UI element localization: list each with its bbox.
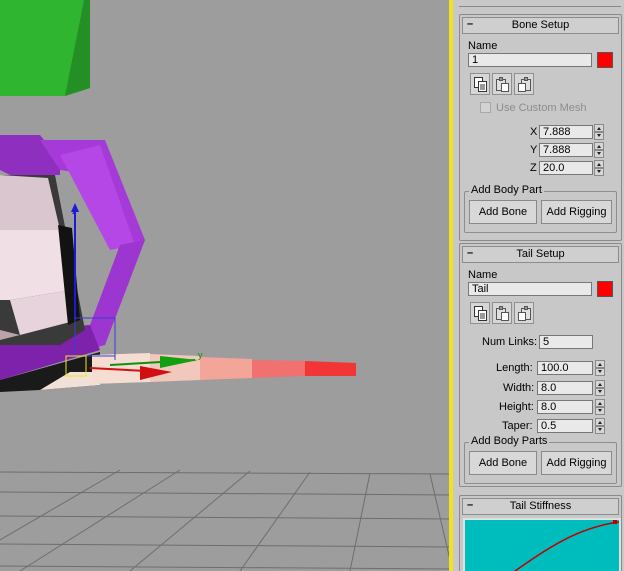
add-body-part-label: Add Body Part [469, 184, 544, 196]
paste-mirror-icon [518, 306, 531, 321]
viewport-scene: z y [0, 0, 452, 571]
paste-mirrored-button[interactable] [514, 302, 534, 324]
copy-params-button[interactable] [470, 73, 490, 95]
add-rigging-button[interactable]: Add Rigging [541, 451, 612, 475]
command-panel: – Bone Setup Name 1 Use Custom Mesh X 7.… [453, 0, 624, 571]
add-body-parts-group: Add Body Parts Add Bone Add Rigging [464, 435, 617, 484]
y-label: Y [530, 144, 538, 156]
collapse-icon[interactable]: – [467, 17, 473, 32]
add-bone-button[interactable]: Add Bone [469, 200, 537, 224]
paste-icon [496, 306, 509, 321]
bone-color-swatch[interactable] [597, 52, 613, 68]
add-body-parts-label: Add Body Parts [469, 435, 550, 447]
name-label: Name [468, 40, 498, 52]
axis-label-z: z [72, 206, 77, 216]
panel-top-divider [459, 6, 621, 7]
taper-label: Taper: [502, 420, 533, 432]
use-custom-mesh-checkbox[interactable] [480, 102, 491, 113]
width-spinner[interactable] [595, 380, 605, 396]
copy-icon [474, 77, 487, 92]
collapse-icon[interactable]: – [467, 246, 473, 261]
height-spinner[interactable] [595, 399, 605, 415]
width-field[interactable]: 8.0 [537, 381, 593, 395]
rollout-title-text: Tail Stiffness [509, 500, 572, 512]
bone-name-field[interactable]: 1 [468, 53, 592, 67]
tail-links[interactable] [92, 353, 356, 384]
tail-color-swatch[interactable] [597, 281, 613, 297]
height-label: Height: [499, 401, 534, 413]
rollout-tail-setup-header[interactable]: – Tail Setup [462, 246, 619, 263]
purple-ring-object[interactable] [0, 135, 145, 392]
paste-icon [496, 77, 509, 92]
copy-icon [474, 306, 487, 321]
paste-params-button[interactable] [492, 302, 512, 324]
num-links-label: Num Links: [482, 336, 538, 348]
tail-name-field[interactable]: Tail [468, 282, 592, 296]
add-body-part-group: Add Body Part Add Bone Add Rigging [464, 184, 617, 233]
add-bone-button[interactable]: Add Bone [469, 451, 537, 475]
copy-params-button[interactable] [470, 302, 490, 324]
num-links-field[interactable]: 5 [539, 335, 593, 349]
add-rigging-button[interactable]: Add Rigging [541, 200, 612, 224]
viewport-perspective[interactable]: z y [0, 0, 452, 571]
taper-spinner[interactable] [595, 418, 605, 434]
rollout-bone-setup: – Bone Setup Name 1 Use Custom Mesh X 7.… [459, 14, 622, 241]
width-label: Width: [503, 382, 535, 394]
rollout-tail-setup: – Tail Setup Name Tail Num Links: 5 Leng… [459, 243, 622, 487]
stiffness-curve [513, 520, 620, 571]
rollout-bone-setup-header[interactable]: – Bone Setup [462, 17, 619, 34]
y-size-spinner[interactable] [594, 142, 604, 158]
name-label: Name [468, 269, 498, 281]
length-label: Length: [496, 362, 533, 374]
taper-field[interactable]: 0.5 [537, 419, 593, 433]
length-spinner[interactable] [595, 360, 605, 376]
z-size-field[interactable]: 20.0 [539, 161, 593, 175]
y-size-field[interactable]: 7.888 [539, 143, 593, 157]
x-size-spinner[interactable] [594, 124, 604, 140]
axis-label-y: y [198, 350, 203, 360]
rollout-title-text: Bone Setup [511, 19, 570, 31]
rollout-title-text: Tail Setup [516, 248, 565, 260]
use-custom-mesh-label: Use Custom Mesh [496, 102, 587, 114]
z-label: Z [530, 162, 537, 174]
ground-grid [0, 469, 452, 571]
x-size-field[interactable]: 7.888 [539, 125, 593, 139]
paste-mirror-icon [518, 77, 531, 92]
stiffness-curve-graph[interactable] [463, 518, 621, 571]
rollout-tail-stiffness-header[interactable]: – Tail Stiffness [462, 498, 619, 515]
height-field[interactable]: 8.0 [537, 400, 593, 414]
green-box[interactable] [0, 0, 90, 96]
z-size-spinner[interactable] [594, 160, 604, 176]
x-label: X [530, 126, 538, 138]
paste-mirrored-button[interactable] [514, 73, 534, 95]
length-field[interactable]: 100.0 [537, 361, 593, 375]
collapse-icon[interactable]: – [467, 498, 473, 513]
paste-params-button[interactable] [492, 73, 512, 95]
